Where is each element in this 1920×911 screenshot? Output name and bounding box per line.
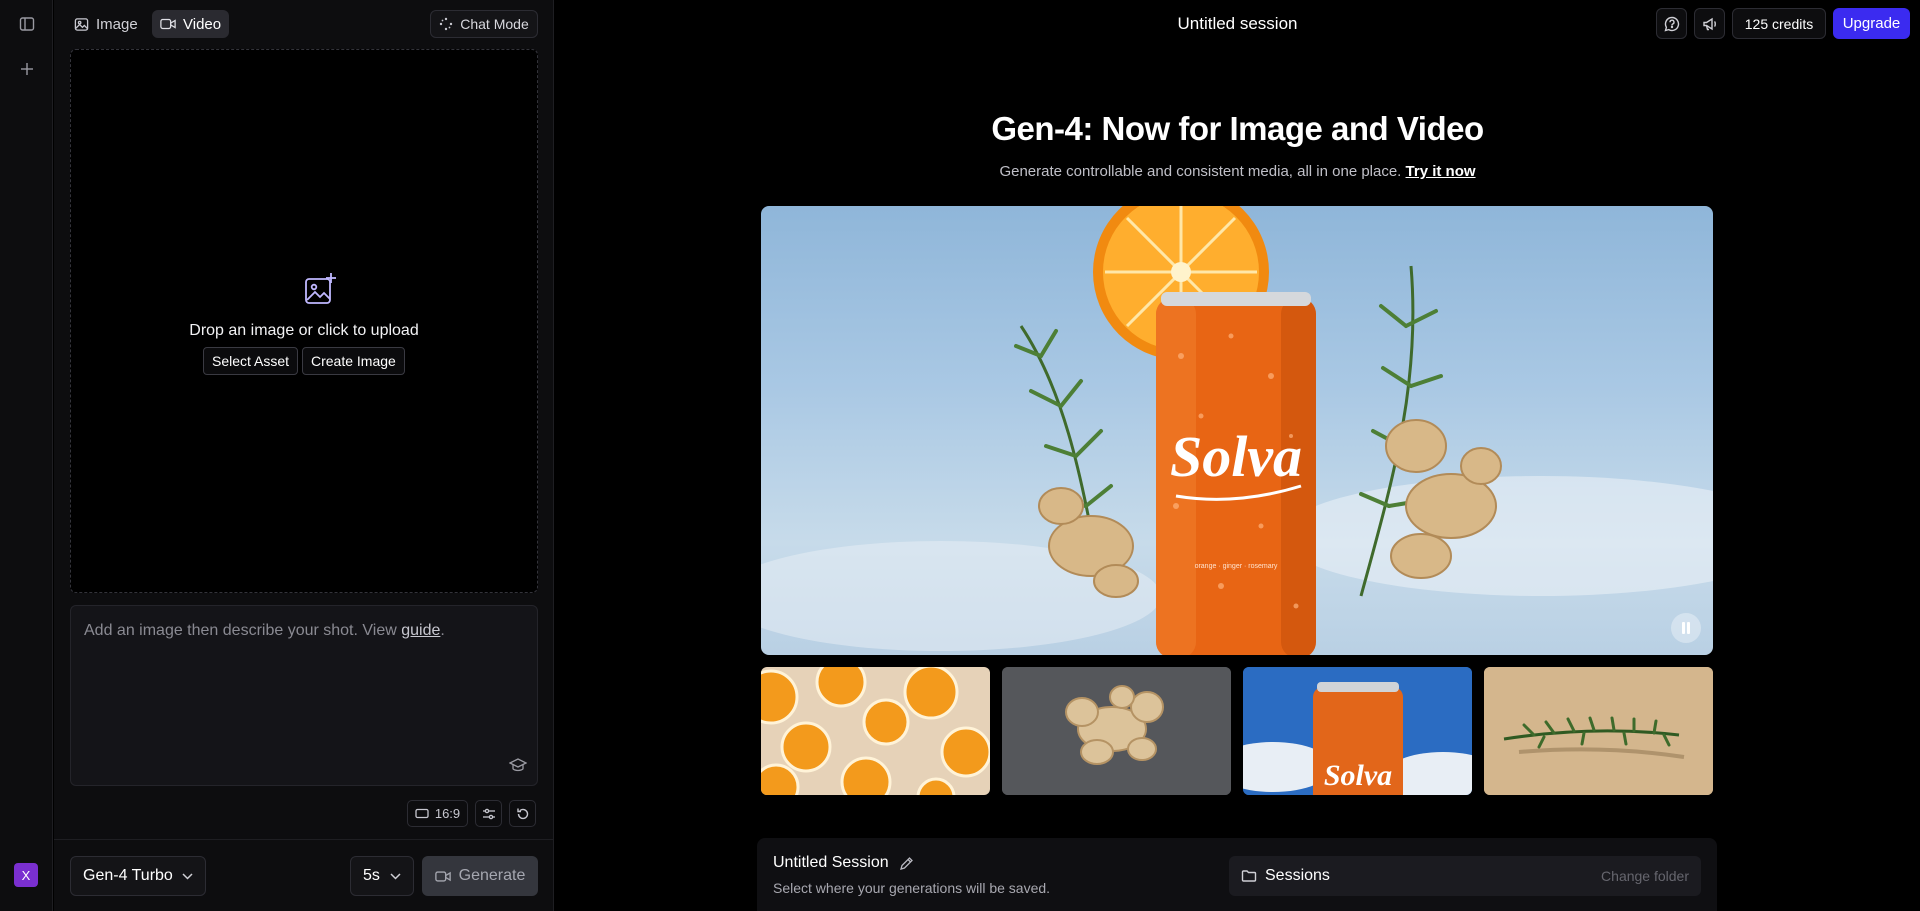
- plus-icon: [20, 62, 33, 75]
- orange-slices-image: [761, 667, 990, 795]
- user-avatar[interactable]: X: [14, 863, 38, 887]
- tab-video-label: Video: [183, 15, 222, 33]
- prompt-textarea[interactable]: Add an image then describe your shot. Vi…: [70, 605, 538, 786]
- pause-button[interactable]: [1671, 613, 1701, 643]
- select-asset-button[interactable]: Select Asset: [203, 347, 299, 375]
- pencil-icon[interactable]: [899, 856, 914, 871]
- prompt-placeholder: Add an image then describe your shot. Vi…: [84, 622, 445, 639]
- graduation-cap-icon[interactable]: [509, 758, 527, 772]
- hero-video[interactable]: Solva orange · ginger · rosemary: [761, 206, 1713, 655]
- upgrade-button[interactable]: Upgrade: [1833, 8, 1910, 39]
- folder-label: Sessions: [1265, 867, 1330, 884]
- dropzone-title: Drop an image or click to upload: [189, 322, 419, 339]
- sparkle-icon: [440, 17, 453, 31]
- chevron-down-icon: [390, 872, 401, 880]
- video-icon: [434, 870, 451, 882]
- image-upload-dropzone[interactable]: Drop an image or click to upload Select …: [70, 49, 538, 593]
- left-rail: X: [0, 0, 53, 911]
- credits-badge[interactable]: 125 credits: [1732, 8, 1826, 39]
- session-name-label: Untitled Session: [773, 854, 889, 871]
- generate-button[interactable]: Generate: [422, 856, 538, 896]
- change-folder-link[interactable]: Change folder: [1601, 868, 1689, 884]
- model-select[interactable]: Gen-4 Turbo: [70, 856, 206, 896]
- thumbnail-solva-can[interactable]: Solva: [1243, 667, 1472, 795]
- rosemary-sprig-image: [1484, 667, 1713, 795]
- folder-icon: [1241, 870, 1257, 882]
- chat-mode-button[interactable]: Chat Mode: [430, 10, 538, 38]
- pause-icon: [1682, 622, 1690, 634]
- duration-select[interactable]: 5s: [350, 856, 414, 896]
- reset-button[interactable]: [509, 800, 536, 827]
- settings-button[interactable]: [475, 800, 502, 827]
- generate-button-label: Generate: [458, 867, 526, 884]
- aspect-ratio-button[interactable]: 16:9: [407, 800, 468, 827]
- solva-can-image: Solva: [1243, 667, 1472, 795]
- duration-select-label: 5s: [363, 867, 380, 884]
- panel-divider: [54, 839, 554, 840]
- add-image-icon: [305, 273, 336, 304]
- aspect-ratio-icon: [415, 808, 429, 819]
- thumbnail-ginger[interactable]: [1002, 667, 1231, 795]
- chat-mode-label: Chat Mode: [460, 16, 529, 32]
- ginger-root-image: [1002, 667, 1231, 795]
- toggle-sidebar-button[interactable]: [13, 10, 40, 37]
- thumbnail-can-brand-text: Solva: [1324, 759, 1392, 792]
- reset-icon: [516, 808, 528, 819]
- session-name: Untitled Session: [773, 854, 914, 872]
- sidebar-icon: [19, 16, 34, 31]
- can-tagline-text: orange · ginger · rosemary: [1195, 563, 1278, 570]
- hero-subtitle: Generate controllable and consistent med…: [999, 163, 1476, 180]
- announcements-button[interactable]: [1694, 8, 1725, 39]
- hero-title: Gen-4: Now for Image and Video: [991, 110, 1484, 147]
- generation-panel: Image Video Chat Mode Drop an image or c…: [54, 0, 554, 911]
- megaphone-icon: [1702, 17, 1716, 30]
- can-brand-text: Solva: [1170, 424, 1302, 489]
- main-content: Untitled session 125 credits Upgrade Gen…: [555, 0, 1920, 911]
- tab-image-label: Image: [96, 15, 138, 33]
- chevron-down-icon: [182, 872, 193, 880]
- aspect-ratio-label: 16:9: [434, 806, 461, 821]
- create-image-button[interactable]: Create Image: [302, 347, 405, 375]
- thumbnail-rosemary[interactable]: [1484, 667, 1713, 795]
- thumbnail-orange-slices[interactable]: [761, 667, 990, 795]
- guide-link[interactable]: guide: [401, 622, 440, 639]
- image-icon: [74, 17, 89, 31]
- tab-image[interactable]: Image: [66, 10, 146, 38]
- sliders-icon: [482, 808, 495, 819]
- hero-video-frame: Solva orange · ginger · rosemary: [761, 206, 1713, 655]
- session-subtitle: Select where your generations will be sa…: [773, 880, 1051, 896]
- model-select-label: Gen-4 Turbo: [83, 867, 173, 884]
- tab-video[interactable]: Video: [152, 10, 230, 38]
- video-icon: [160, 18, 176, 30]
- new-session-button[interactable]: [13, 55, 40, 82]
- try-it-now-link[interactable]: Try it now: [1406, 163, 1476, 180]
- chat-bubble-icon: [1663, 16, 1679, 32]
- folder-select[interactable]: Sessions Change folder: [1229, 856, 1701, 896]
- feedback-button[interactable]: [1656, 8, 1687, 39]
- session-bar: Untitled Session Select where your gener…: [757, 838, 1717, 911]
